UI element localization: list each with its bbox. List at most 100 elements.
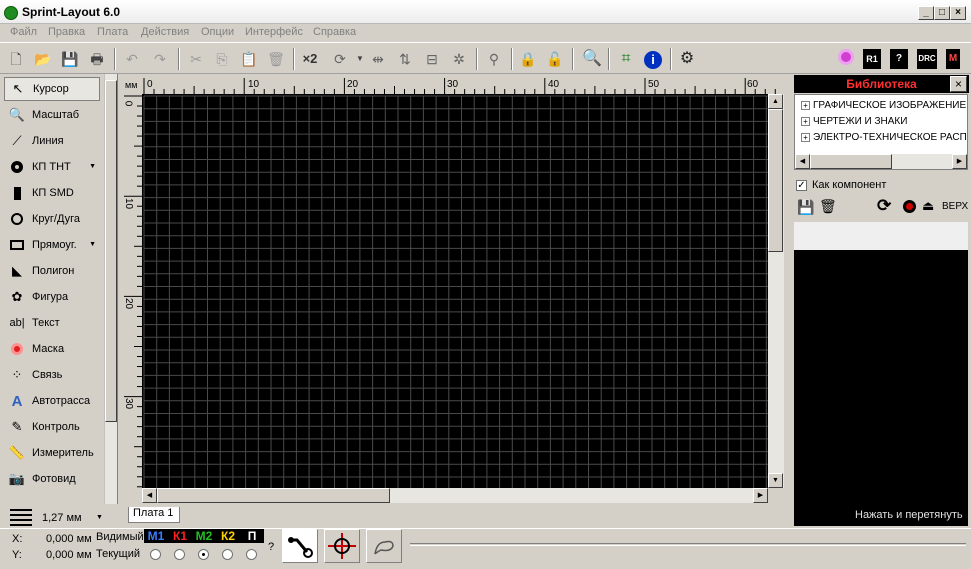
tool-mask[interactable]: Маска [4, 337, 100, 361]
library-delete-icon[interactable]: 🗑 [819, 198, 837, 215]
tool-tht-pad[interactable]: КП ТНТ ▼ [4, 155, 100, 179]
tool-polygon[interactable]: ◣ Полигон [4, 259, 100, 283]
menu-edit[interactable]: Правка [48, 26, 85, 38]
tool-cursor[interactable]: ↖ Курсор [4, 77, 100, 101]
crop-icon[interactable]: ⌗ [616, 49, 636, 69]
rotate-dropdown-icon[interactable]: ▼ [350, 49, 370, 69]
layer-m2[interactable]: М2 [192, 529, 216, 543]
scroll-left-icon[interactable]: ◀ [795, 154, 810, 169]
search-icon[interactable]: 🔍 [582, 49, 602, 69]
canvas-vertical-scrollbar[interactable]: ▲ ▼ [768, 94, 784, 488]
snap-icon[interactable]: ⚲ [484, 49, 504, 69]
lock-icon[interactable]: 🔒 [518, 49, 538, 69]
new-file-icon[interactable]: 🗋 [6, 49, 26, 69]
expand-icon[interactable]: + [801, 133, 810, 142]
menu-file[interactable]: Файл [10, 26, 37, 38]
macro-icon[interactable]: M [946, 49, 960, 69]
crosshair-button[interactable] [324, 529, 360, 563]
help-check-icon[interactable]: ? [890, 49, 908, 69]
rotate-icon[interactable]: ⟳ [330, 49, 350, 69]
horizontal-scroll-thumb[interactable] [157, 488, 390, 503]
scroll-left-icon[interactable]: ◀ [142, 488, 157, 503]
group-icon[interactable]: ✲ [449, 49, 469, 69]
unlock-icon[interactable]: 🔓 [545, 49, 565, 69]
tool-control[interactable]: ✎ Контроль [4, 415, 100, 439]
expand-icon[interactable]: + [801, 101, 810, 110]
rubber-band-button[interactable] [366, 529, 402, 563]
grid-dropdown-icon[interactable]: ▼ [96, 514, 103, 521]
delete-icon[interactable]: 🗑 [266, 49, 286, 69]
library-close-icon[interactable]: × [950, 76, 967, 92]
undo-icon[interactable]: ↶ [122, 49, 142, 69]
tool-circle[interactable]: Круг/Дуга [4, 207, 100, 231]
tool-photoview[interactable]: 📷 Фотовид [4, 467, 100, 491]
align-icon[interactable]: ⊟ [422, 49, 442, 69]
close-button[interactable]: × [950, 6, 966, 20]
r1-icon[interactable]: R1 [863, 49, 881, 69]
scroll-right-icon[interactable]: ▶ [753, 488, 768, 503]
mirror-vertical-icon[interactable]: ⇅ [395, 49, 415, 69]
copy-icon[interactable]: ⎘ [212, 49, 232, 69]
library-rotate-icon[interactable]: ⟳ [877, 196, 891, 216]
tool-text[interactable]: ab| Текст [4, 311, 100, 335]
tab-board-1[interactable]: Плата 1 [128, 507, 180, 523]
component-icon[interactable] [836, 49, 856, 69]
dropdown-arrow-icon[interactable]: ▼ [89, 241, 96, 248]
tool-autoroute[interactable]: A Автотрасса [4, 389, 100, 413]
mirror-horizontal-icon[interactable]: ⇹ [368, 49, 388, 69]
expand-icon[interactable]: + [801, 117, 810, 126]
library-save-icon[interactable]: 💾 [797, 199, 814, 216]
print-icon[interactable]: 🖶 [87, 49, 107, 69]
tree-scroll-thumb[interactable] [810, 154, 892, 169]
scroll-right-icon[interactable]: ▶ [952, 154, 967, 169]
pcb-canvas[interactable] [142, 94, 768, 488]
duplicate-x2-button[interactable]: ×2 [300, 49, 320, 69]
layer-radio[interactable] [174, 549, 185, 560]
tree-item[interactable]: + ЧЕРТЕЖИ И ЗНАКИ [801, 116, 907, 127]
tree-item[interactable]: + ЭЛЕКТРО-ТЕХНИЧЕСКОЕ РАСП [801, 132, 967, 143]
paste-icon[interactable]: 📋 [239, 49, 259, 69]
maximize-button[interactable]: □ [934, 6, 950, 20]
dropdown-arrow-icon[interactable]: ▼ [89, 163, 96, 170]
tool-panel-scroll-thumb[interactable] [105, 80, 117, 422]
library-layer-icon[interactable]: ⏏ [922, 198, 934, 214]
minimize-button[interactable]: _ [918, 6, 934, 20]
scroll-down-icon[interactable]: ▼ [768, 473, 783, 488]
layer-m1[interactable]: М1 [144, 529, 168, 543]
menu-board[interactable]: Плата [97, 26, 128, 38]
drc-icon[interactable]: DRC [917, 49, 937, 69]
layer-k1[interactable]: К1 [168, 529, 192, 543]
cut-icon[interactable]: ✂ [186, 49, 206, 69]
library-tree[interactable]: + ГРАФИЧЕСКОЕ ИЗОБРАЖЕНИЕ + ЧЕРТЕЖИ И ЗНАК… [794, 94, 968, 170]
library-tree-hscrollbar[interactable]: ◀ ▶ [795, 154, 967, 169]
grid-selector[interactable]: 1,27 мм ▼ [0, 504, 118, 530]
layer-radio[interactable] [150, 549, 161, 560]
tool-line[interactable]: ⟋ Линия [4, 129, 100, 153]
tool-measure[interactable]: 📏 Измеритель [4, 441, 100, 465]
layer-radio[interactable] [246, 549, 257, 560]
vertical-scroll-thumb[interactable] [768, 109, 783, 252]
menu-actions[interactable]: Действия [141, 26, 189, 38]
tool-smd-pad[interactable]: КП SMD [4, 181, 100, 205]
tool-connection[interactable]: ⁘ Связь [4, 363, 100, 387]
menu-interface[interactable]: Интерфейс [245, 26, 303, 38]
scroll-up-icon[interactable]: ▲ [768, 94, 783, 109]
canvas-horizontal-scrollbar[interactable]: ◀ ▶ [142, 488, 768, 503]
tool-zoom[interactable]: 🔍 Масштаб [4, 103, 100, 127]
library-pad-icon[interactable] [903, 200, 916, 213]
tool-shape[interactable]: ✿ Фигура [4, 285, 100, 309]
layer-k2[interactable]: К2 [216, 529, 240, 543]
layer-help[interactable]: ? [268, 541, 274, 553]
as-component-checkbox[interactable]: ✓ [796, 180, 807, 191]
tree-item[interactable]: + ГРАФИЧЕСКОЕ ИЗОБРАЖЕНИЕ [801, 100, 966, 111]
menu-options[interactable]: Опции [201, 26, 234, 38]
layer-radio[interactable] [198, 549, 209, 560]
info-icon[interactable]: i [643, 49, 663, 69]
route-mode-button[interactable] [282, 529, 318, 563]
layer-p[interactable]: П [240, 529, 264, 543]
tool-rectangle[interactable]: Прямоуг. ▼ [4, 233, 100, 257]
layer-radio[interactable] [222, 549, 233, 560]
open-folder-icon[interactable]: 📂 [33, 49, 53, 69]
menu-help[interactable]: Справка [313, 26, 356, 38]
redo-icon[interactable]: ↷ [150, 49, 170, 69]
